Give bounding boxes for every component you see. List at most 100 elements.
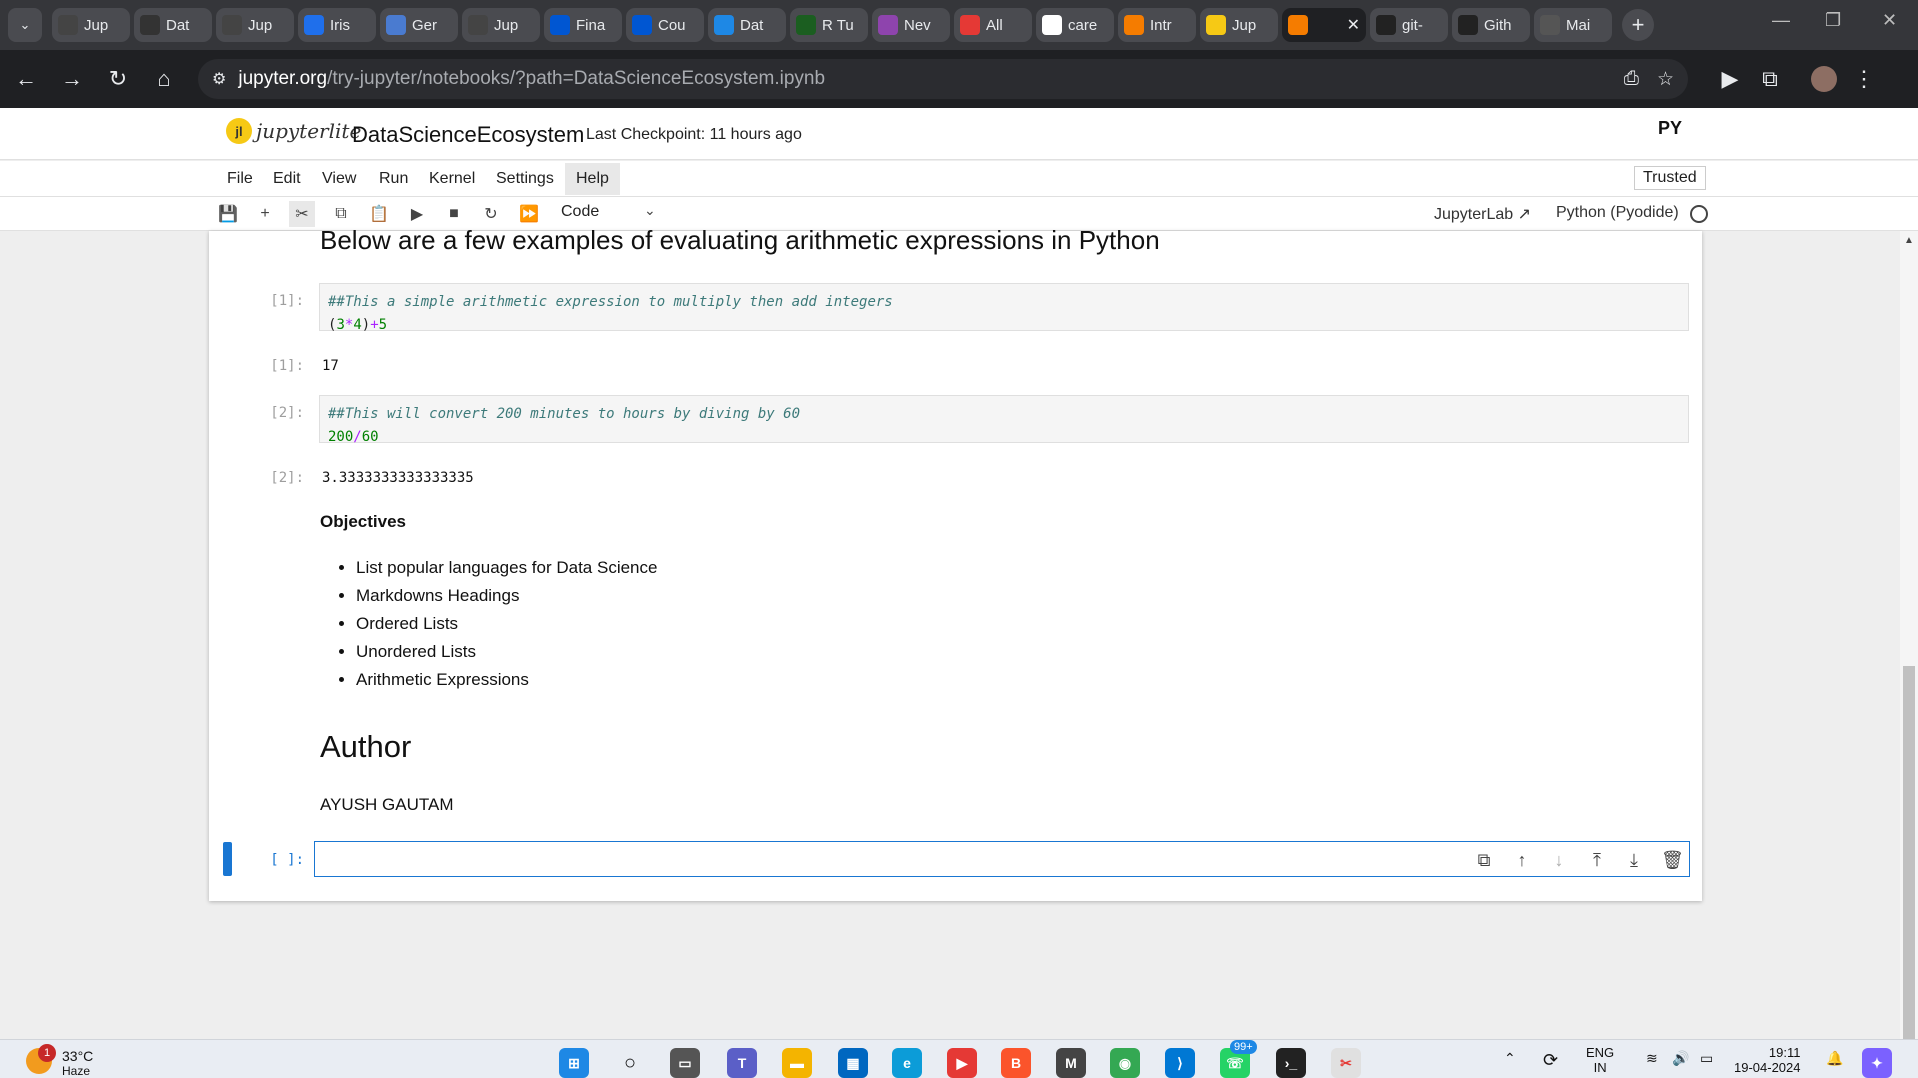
terminal-icon[interactable]: ›_: [1276, 1048, 1306, 1078]
browser-tab[interactable]: Fina: [544, 8, 622, 42]
jupyterlite-logo[interactable]: jl jupyterlite: [226, 118, 361, 144]
start-icon[interactable]: ⊞: [559, 1048, 589, 1078]
address-bar[interactable]: ⚙ jupyter.org/try-jupyter/notebooks/?pat…: [198, 59, 1688, 99]
browser-tab[interactable]: R Tu: [790, 8, 868, 42]
browser-tab[interactable]: Dat: [134, 8, 212, 42]
browser-tab[interactable]: Jup: [216, 8, 294, 42]
sync-icon[interactable]: ⟳: [1543, 1050, 1558, 1071]
browser-tab[interactable]: Gith: [1452, 8, 1530, 42]
edge-icon[interactable]: e: [892, 1048, 922, 1078]
copilot-icon[interactable]: ✦: [1862, 1048, 1892, 1078]
forward-button[interactable]: →: [52, 59, 92, 99]
weather-widget[interactable]: 1 33°C Haze: [26, 1044, 93, 1078]
brave-icon[interactable]: B: [1001, 1048, 1031, 1078]
minimize-icon[interactable]: —: [1772, 10, 1790, 31]
wifi-icon[interactable]: ≋: [1646, 1050, 1658, 1067]
clock[interactable]: 19:11 19-04-2024: [1734, 1045, 1801, 1075]
restart-icon[interactable]: ↻: [478, 201, 504, 227]
gemini-icon: [386, 15, 406, 35]
browser-tab[interactable]: Jup: [52, 8, 130, 42]
reload-button[interactable]: ↻: [98, 59, 138, 99]
jupyterlab-link[interactable]: JupyterLab ↗: [1434, 204, 1531, 224]
insert-above-icon[interactable]: ⤒: [1586, 850, 1608, 871]
cell-type-select[interactable]: Code: [561, 203, 599, 221]
site-info-icon[interactable]: ⚙: [212, 69, 226, 89]
cell-output: 3.3333333333333335: [322, 470, 474, 486]
notification-bell-icon[interactable]: 🔔: [1826, 1050, 1843, 1067]
run-all-icon[interactable]: ⏩: [516, 201, 542, 227]
file-explorer-icon[interactable]: ▬: [782, 1048, 812, 1078]
close-tab-icon[interactable]: ✕: [1347, 15, 1360, 35]
youtube-icon[interactable]: ▶: [947, 1048, 977, 1078]
browser-tab[interactable]: care: [1036, 8, 1114, 42]
store-icon[interactable]: ▦: [838, 1048, 868, 1078]
browser-tab[interactable]: ✕: [1282, 8, 1366, 42]
browser-tab[interactable]: Iris: [298, 8, 376, 42]
browser-tab[interactable]: Nev: [872, 8, 950, 42]
insert-below-icon[interactable]: ⤓: [1623, 850, 1645, 871]
snipping-tool-icon[interactable]: ✂: [1331, 1048, 1361, 1078]
menu-edit[interactable]: Edit: [267, 168, 307, 190]
empty-code-cell[interactable]: ⧉ ↑ ↓ ⤒ ⤓ 🗑: [314, 841, 1690, 877]
scroll-up-icon[interactable]: ▲: [1904, 235, 1914, 246]
browser-tab[interactable]: git-: [1370, 8, 1448, 42]
search-icon[interactable]: ○: [615, 1048, 645, 1078]
language-indicator[interactable]: ENG IN: [1586, 1045, 1614, 1075]
volume-icon[interactable]: 🔊: [1672, 1050, 1689, 1067]
show-hidden-icons[interactable]: ⌃: [1504, 1050, 1516, 1067]
tab-label: Mai: [1566, 16, 1591, 34]
browser-tab[interactable]: Jup: [462, 8, 540, 42]
restore-icon[interactable]: ❐: [1825, 10, 1841, 31]
menu-settings[interactable]: Settings: [490, 168, 560, 190]
browser-tab[interactable]: Cou: [626, 8, 704, 42]
browser-tab[interactable]: All: [954, 8, 1032, 42]
battery-icon[interactable]: ▭: [1700, 1050, 1713, 1067]
profile-avatar[interactable]: [1804, 59, 1844, 99]
duplicate-cell-icon[interactable]: ⧉: [1473, 850, 1495, 871]
browser-tab[interactable]: Ger: [380, 8, 458, 42]
menu-help[interactable]: Help: [565, 163, 620, 195]
scrollbar-thumb[interactable]: [1903, 666, 1915, 1039]
tab-search-button[interactable]: ⌄: [8, 8, 42, 42]
new-tab-button[interactable]: +: [1622, 9, 1654, 41]
blob-icon: [1540, 15, 1560, 35]
save-icon[interactable]: 💾: [215, 201, 241, 227]
browser-tab[interactable]: Dat: [708, 8, 786, 42]
extensions-icon[interactable]: ⧉: [1750, 59, 1790, 99]
browser-menu-icon[interactable]: ⋮: [1844, 59, 1884, 99]
insert-cell-icon[interactable]: +: [252, 201, 278, 227]
trusted-indicator[interactable]: Trusted: [1634, 166, 1706, 190]
stop-icon[interactable]: ■: [441, 201, 467, 227]
paste-icon[interactable]: 📋: [366, 201, 392, 227]
chevron-down-icon[interactable]: ⌄: [644, 202, 656, 219]
move-down-icon[interactable]: ↓: [1548, 850, 1570, 871]
code-cell-2[interactable]: ##This will convert 200 minutes to hours…: [319, 395, 1689, 445]
cut-icon[interactable]: ✂: [289, 201, 315, 227]
notebook-title[interactable]: DataScienceEcosystem: [352, 122, 584, 148]
code-cell-1[interactable]: ##This a simple arithmetic expression to…: [319, 283, 1689, 333]
menu-run[interactable]: Run: [373, 168, 414, 190]
run-icon[interactable]: ▶: [404, 201, 430, 227]
media-play-icon[interactable]: ▶: [1710, 59, 1750, 99]
menu-kernel[interactable]: Kernel: [423, 168, 481, 190]
browser-tab[interactable]: Intr: [1118, 8, 1196, 42]
browser-tab[interactable]: Mai: [1534, 8, 1612, 42]
task-view-icon[interactable]: ▭: [670, 1048, 700, 1078]
install-app-icon[interactable]: ⎙: [1624, 68, 1639, 90]
chrome-icon[interactable]: ◉: [1110, 1048, 1140, 1078]
back-button[interactable]: ←: [6, 59, 46, 99]
app-m-icon[interactable]: M: [1056, 1048, 1086, 1078]
home-button[interactable]: ⌂: [144, 59, 184, 99]
kernel-name[interactable]: Python (Pyodide): [1556, 204, 1679, 222]
browser-tab[interactable]: Jup: [1200, 8, 1278, 42]
delete-cell-icon[interactable]: 🗑: [1661, 850, 1684, 871]
teams-icon[interactable]: T: [727, 1048, 757, 1078]
move-up-icon[interactable]: ↑: [1511, 850, 1533, 871]
vscode-icon[interactable]: ⟩: [1165, 1048, 1195, 1078]
bookmark-star-icon[interactable]: ☆: [1657, 68, 1674, 91]
copy-icon[interactable]: ⧉: [328, 201, 354, 227]
menu-file[interactable]: File: [221, 168, 259, 190]
menu-view[interactable]: View: [316, 168, 362, 190]
vertical-scrollbar[interactable]: ▲: [1900, 231, 1918, 1039]
close-window-icon[interactable]: ✕: [1882, 10, 1897, 31]
